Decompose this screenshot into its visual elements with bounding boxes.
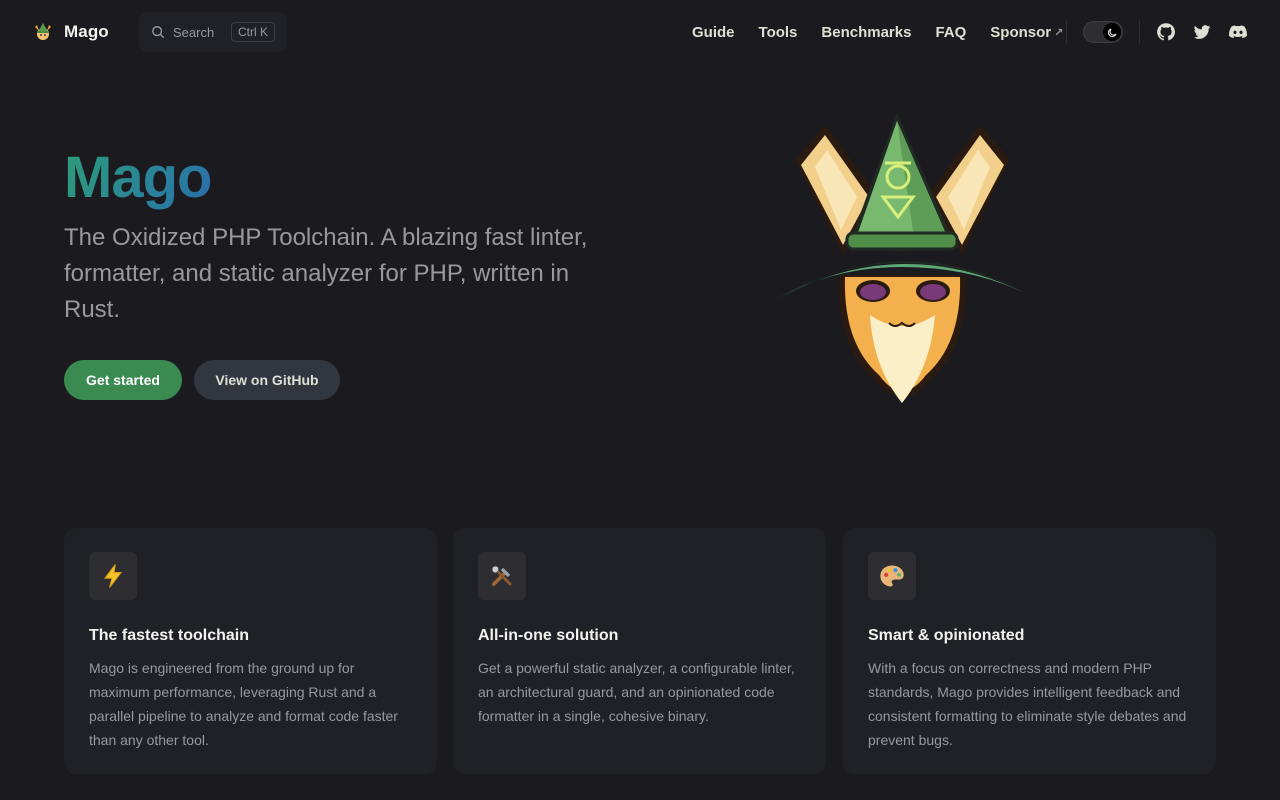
nav-divider	[1139, 20, 1140, 44]
search-icon	[152, 26, 165, 39]
lightning-icon	[89, 552, 137, 600]
toggle-knob	[1103, 23, 1121, 41]
top-navbar: Mago Search Ctrl K Guide Tools Benchmark…	[0, 0, 1280, 64]
feature-card-fastest: The fastest toolchain Mago is engineered…	[64, 528, 437, 774]
nav-link-guide[interactable]: Guide	[680, 0, 747, 64]
hero-tagline: The Oxidized PHP Toolchain. A blazing fa…	[64, 224, 588, 323]
mago-logo-icon	[35, 23, 51, 40]
brand-home-link[interactable]: Mago	[32, 18, 109, 46]
feature-details: Mago is engineered from the ground up fo…	[89, 660, 398, 748]
nav-link-sponsor[interactable]: Sponsor ↗	[978, 0, 1075, 64]
search-label: Search	[173, 24, 215, 40]
search-shortcut-badge: Ctrl K	[231, 22, 275, 42]
github-link[interactable]	[1154, 20, 1178, 44]
hero-title: Mago	[64, 142, 212, 214]
feature-details: Get a powerful static analyzer, a config…	[478, 660, 795, 724]
nav-link-faq[interactable]: FAQ	[923, 0, 978, 64]
nav-links: Guide Tools Benchmarks FAQ Sponsor ↗	[680, 0, 1075, 64]
view-on-github-button[interactable]: View on GitHub	[194, 360, 340, 400]
discord-icon	[1229, 25, 1247, 39]
feature-title: The fastest toolchain	[89, 627, 250, 644]
nav-divider	[1066, 20, 1067, 44]
feature-details: With a focus on correctness and modern P…	[868, 660, 1187, 748]
get-started-button[interactable]: Get started	[64, 360, 182, 400]
moon-icon	[1107, 28, 1116, 37]
feature-card-all-in-one: All-in-one solution Get a powerful stati…	[453, 528, 826, 774]
feature-title: All-in-one solution	[478, 627, 619, 644]
theme-toggle[interactable]	[1083, 21, 1123, 43]
search-button[interactable]: Search Ctrl K	[139, 12, 287, 52]
palette-icon	[868, 552, 916, 600]
twitter-link[interactable]	[1190, 20, 1214, 44]
brand-title: Mago	[64, 22, 109, 41]
feature-title: Smart & opinionated	[868, 627, 1025, 644]
tools-icon	[478, 552, 526, 600]
external-link-icon: ↗	[1054, 26, 1064, 39]
twitter-icon	[1193, 25, 1211, 39]
feature-card-smart: Smart & opinionated With a focus on corr…	[843, 528, 1216, 774]
nav-link-tools[interactable]: Tools	[747, 0, 810, 64]
mago-mascot-image	[775, 113, 1031, 403]
sponsor-label: Sponsor	[990, 23, 1052, 41]
github-icon	[1157, 23, 1175, 41]
discord-link[interactable]	[1226, 20, 1250, 44]
nav-link-benchmarks[interactable]: Benchmarks	[809, 0, 923, 64]
